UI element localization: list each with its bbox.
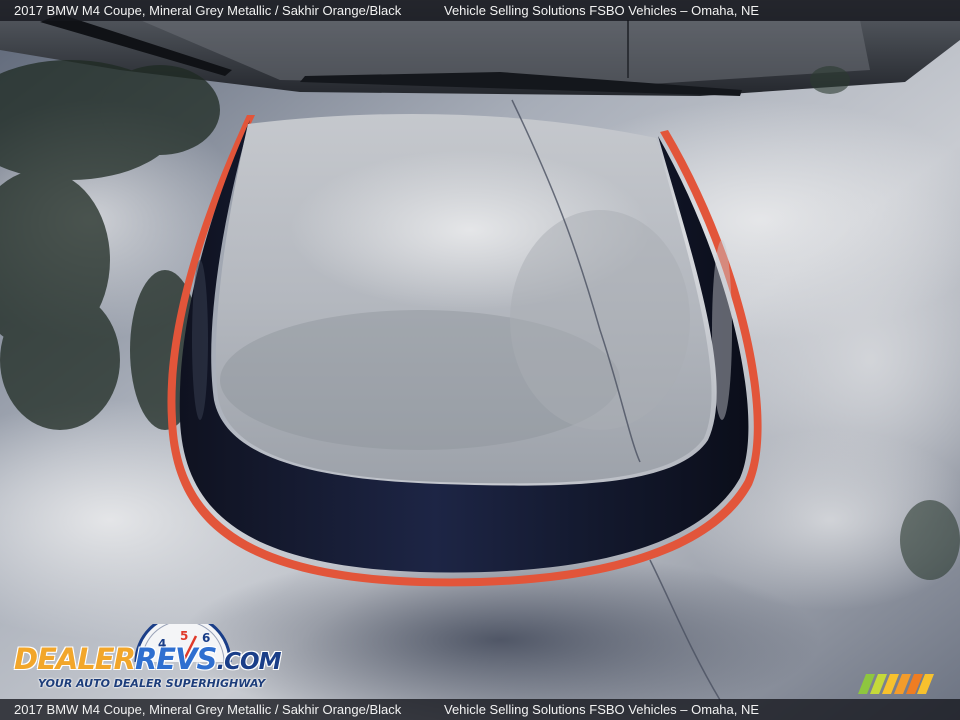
vehicle-description: 2017 BMW M4 Coupe, Mineral Grey Metallic… <box>14 702 402 717</box>
logo-wordmark: DEALERREVS.COM <box>14 642 282 676</box>
car-hood-photo <box>0 0 960 720</box>
dealer-location: Vehicle Selling Solutions FSBO Vehicles … <box>444 3 760 18</box>
logo-tagline: YOUR AUTO DEALER SUPERHIGHWAY <box>38 677 266 690</box>
bottom-caption-bar: 2017 BMW M4 Coupe, Mineral Grey Metallic… <box>0 699 960 720</box>
logo-word-revs: REVS <box>134 642 217 676</box>
dealer-location: Vehicle Selling Solutions FSBO Vehicles … <box>444 702 760 717</box>
top-caption-bar: 2017 BMW M4 Coupe, Mineral Grey Metallic… <box>0 0 960 21</box>
logo-word-com: .COM <box>216 649 281 675</box>
brand-stripes-icon <box>858 674 934 694</box>
dealerrevs-logo[interactable]: 4 5 6 DEALERREVS.COM YOUR AUTO DEALER SU… <box>12 624 282 696</box>
vehicle-description: 2017 BMW M4 Coupe, Mineral Grey Metallic… <box>14 3 402 18</box>
gauge-numeral-5: 5 <box>180 629 188 643</box>
logo-word-dealer: DEALER <box>14 642 136 676</box>
